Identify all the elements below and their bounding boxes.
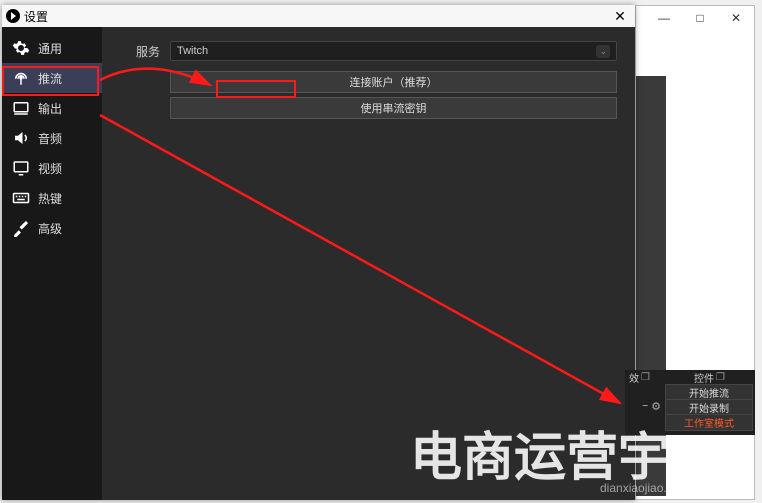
- minus-icon[interactable]: −: [642, 401, 648, 412]
- window-title: 设置: [24, 8, 48, 25]
- sidebar-item-output[interactable]: 输出: [2, 93, 102, 123]
- app-icon: [6, 9, 20, 23]
- chevron-icon: ⌄: [596, 45, 610, 58]
- service-label: 服务: [120, 43, 160, 60]
- sidebar: 通用 推流 输出 音频: [2, 27, 102, 500]
- sidebar-item-label: 热键: [38, 190, 62, 207]
- settings-window: 设置 ✕ 通用 推流 输出: [2, 5, 635, 500]
- close-button[interactable]: ✕: [609, 8, 631, 25]
- sidebar-item-label: 输出: [38, 100, 62, 117]
- sidebar-item-label: 通用: [38, 40, 62, 57]
- sidebar-item-video[interactable]: 视频: [2, 153, 102, 183]
- panel-col-effects: 效: [629, 370, 639, 385]
- sidebar-item-label: 音频: [38, 130, 62, 147]
- bg-max-button[interactable]: □: [682, 6, 718, 30]
- sidebar-item-hotkeys[interactable]: 热键: [2, 183, 102, 213]
- bg-window-controls: — □ ✕: [646, 6, 754, 30]
- gear-icon: [12, 39, 30, 57]
- obs-controls-panel: 效❐ 控件❐ 开始推流 −⚙ 开始录制 工作室模式: [625, 370, 755, 435]
- display-icon: [12, 159, 30, 177]
- bg-close-button[interactable]: ✕: [718, 6, 754, 30]
- keyboard-icon: [12, 189, 30, 207]
- bg-min-button[interactable]: —: [646, 6, 682, 30]
- panel-col-controls: 控件: [694, 370, 714, 385]
- antenna-icon: [12, 69, 30, 87]
- sidebar-item-general[interactable]: 通用: [2, 33, 102, 63]
- popout-icon[interactable]: ❐: [641, 372, 650, 383]
- use-stream-key-button[interactable]: 使用串流密钥: [170, 97, 617, 119]
- studio-mode-button[interactable]: 工作室模式: [665, 414, 753, 431]
- titlebar: 设置 ✕: [2, 5, 635, 27]
- service-select[interactable]: Twitch ⌄: [170, 41, 617, 61]
- sidebar-item-label: 高级: [38, 220, 62, 237]
- sidebar-item-stream[interactable]: 推流: [2, 63, 102, 93]
- connect-account-button[interactable]: 连接账户（推荐）: [170, 71, 617, 93]
- gear-icon[interactable]: ⚙: [651, 400, 661, 413]
- sidebar-item-label: 推流: [38, 70, 62, 87]
- popout-icon[interactable]: ❐: [716, 372, 725, 383]
- tools-icon: [12, 219, 30, 237]
- sidebar-item-audio[interactable]: 音频: [2, 123, 102, 153]
- service-value: Twitch: [177, 45, 208, 57]
- monitor-icon: [12, 99, 30, 117]
- speaker-icon: [12, 129, 30, 147]
- content-area: 服务 Twitch ⌄ 连接账户（推荐） 使用串流密钥: [102, 27, 635, 500]
- sidebar-item-advanced[interactable]: 高级: [2, 213, 102, 243]
- sidebar-item-label: 视频: [38, 160, 62, 177]
